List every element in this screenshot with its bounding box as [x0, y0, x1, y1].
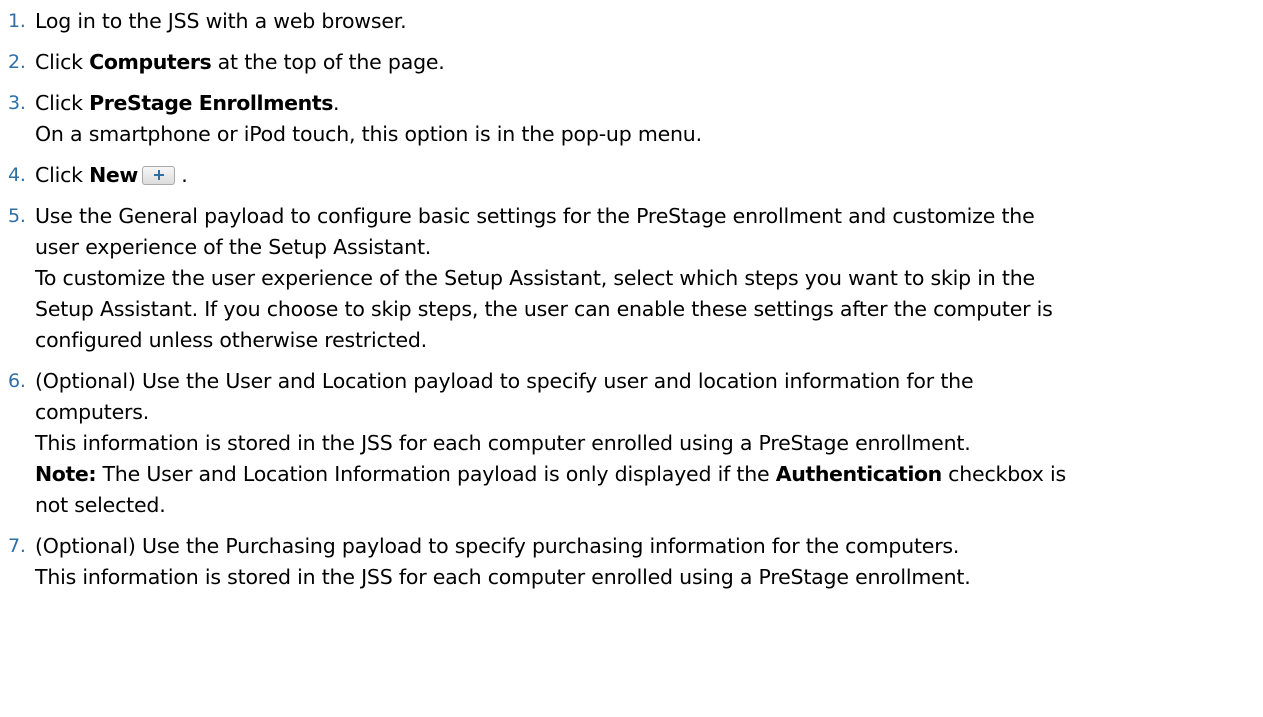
computers-ui-term: Computers: [89, 50, 212, 74]
step-text-post: at the top of the page.: [211, 50, 445, 74]
prestage-enrollments-ui-term: PreStage Enrollments: [89, 91, 334, 115]
step-number: 6.: [8, 370, 26, 392]
step-text-line: not selected.: [35, 493, 166, 517]
step-number: 5.: [8, 205, 26, 227]
step-text-line: Use the General payload to configure bas…: [35, 204, 1035, 228]
step-6: 6. (Optional) Use the User and Location …: [8, 366, 1254, 521]
step-4: 4. Click New .: [8, 160, 1254, 191]
step-7: 7. (Optional) Use the Purchasing payload…: [8, 531, 1254, 593]
step-text-line: This information is stored in the JSS fo…: [35, 565, 971, 589]
step-note: On a smartphone or iPod touch, this opti…: [35, 122, 702, 146]
step-number: 4.: [8, 164, 26, 186]
step-5: 5. Use the General payload to configure …: [8, 201, 1254, 356]
step-text: Click New .: [35, 160, 1254, 191]
note-text-pre: The User and Location Information payloa…: [96, 462, 776, 486]
step-text: Click Computers at the top of the page.: [35, 47, 1254, 78]
step-2: 2. Click Computers at the top of the pag…: [8, 47, 1254, 78]
note-text-post: checkbox is: [941, 462, 1066, 486]
step-3: 3. Click PreStage Enrollments. On a smar…: [8, 88, 1254, 150]
step-text-line: (Optional) Use the Purchasing payload to…: [35, 534, 960, 558]
step-text: Click PreStage Enrollments.: [35, 88, 1254, 119]
step-text-line: computers.: [35, 400, 150, 424]
step-number: 7.: [8, 535, 26, 557]
step-text-line: To customize the user experience of the …: [35, 266, 1035, 290]
step-text: Log in to the JSS with a web browser.: [35, 9, 407, 33]
step-number: 1.: [8, 10, 26, 32]
step-text-post: .: [333, 91, 340, 115]
instruction-steps: 1. Log in to the JSS with a web browser.…: [8, 6, 1254, 593]
step-text-pre: Click: [35, 91, 90, 115]
step-number: 2.: [8, 51, 26, 73]
new-ui-term: New: [89, 163, 138, 187]
step-text-post: .: [174, 163, 188, 187]
plus-icon: [141, 166, 175, 185]
step-text-line: Setup Assistant. If you choose to skip s…: [35, 297, 1053, 321]
step-note-line: Note: The User and Location Information …: [35, 459, 1254, 490]
step-text-line: user experience of the Setup Assistant.: [35, 235, 432, 259]
step-1: 1. Log in to the JSS with a web browser.: [8, 6, 1254, 37]
step-text-line: (Optional) Use the User and Location pay…: [35, 369, 974, 393]
step-text-pre: Click: [35, 50, 90, 74]
step-text-line: This information is stored in the JSS fo…: [35, 431, 971, 455]
note-label: Note:: [35, 462, 97, 486]
step-number: 3.: [8, 92, 26, 114]
authentication-ui-term: Authentication: [775, 462, 942, 486]
step-text-pre: Click: [35, 163, 90, 187]
step-text-line: configured unless otherwise restricted.: [35, 328, 427, 352]
